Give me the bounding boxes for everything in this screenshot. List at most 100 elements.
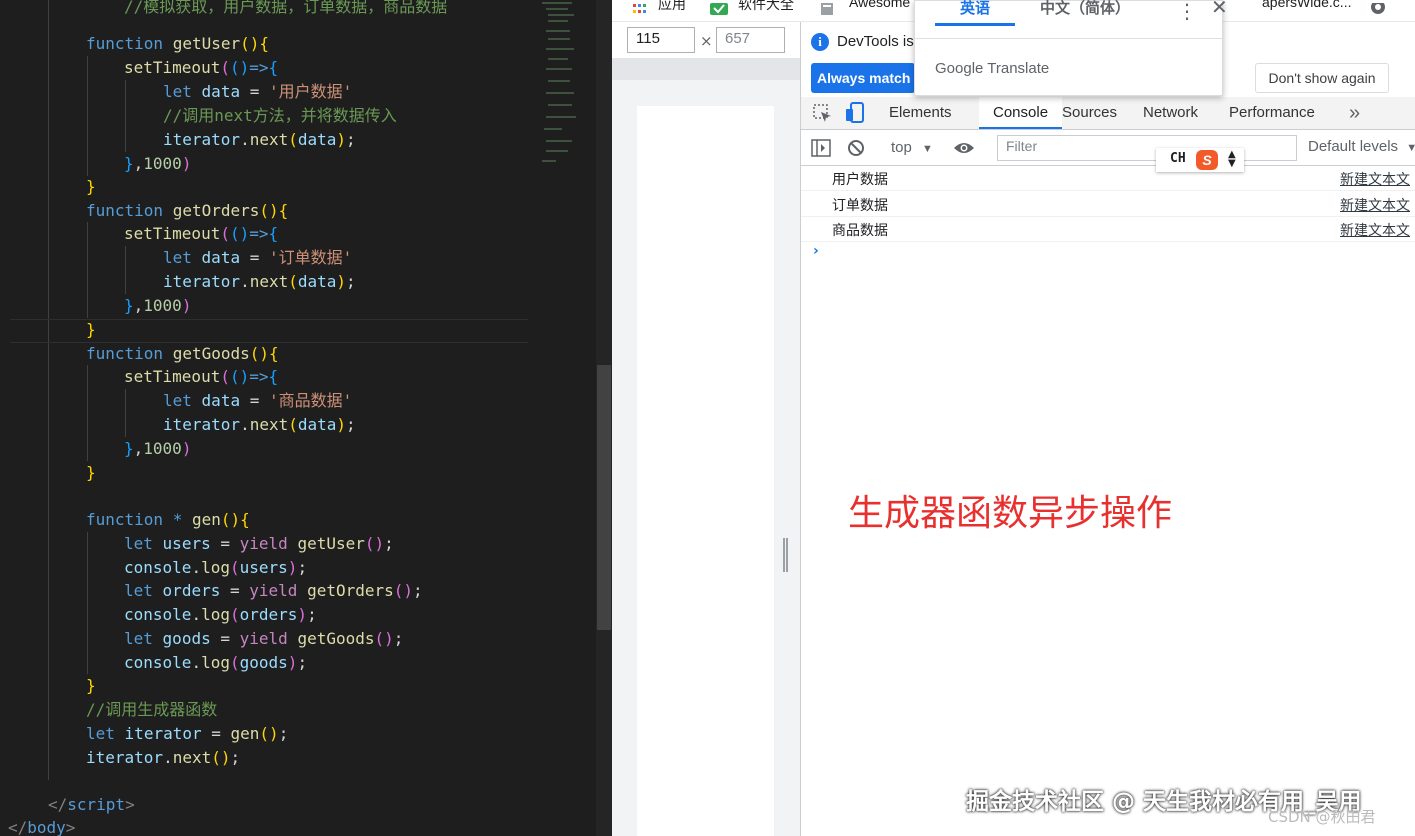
code-line[interactable]: } xyxy=(86,175,96,199)
log-source-link[interactable]: 新建文本文 xyxy=(1340,220,1410,240)
code-token: ; xyxy=(384,534,394,553)
code-editor[interactable]: //模拟获取，用户数据，订单数据，商品数据 function getUser(){… xyxy=(0,0,612,836)
inspect-element-icon[interactable] xyxy=(813,104,833,128)
code-line[interactable]: } xyxy=(86,461,96,485)
code-line[interactable]: let users = yield getUser(); xyxy=(124,532,394,556)
code-token: ) xyxy=(297,605,308,624)
always-match-button[interactable]: Always match xyxy=(811,63,915,93)
code-token: ( xyxy=(288,272,298,291)
code-line[interactable]: //调用生成器函数 xyxy=(86,698,217,722)
bookmark-software[interactable]: 软件大全 xyxy=(738,0,794,14)
code-token: } xyxy=(124,154,134,173)
code-line[interactable]: function getUser(){ xyxy=(86,32,269,56)
code-token: users xyxy=(239,558,288,577)
code-line[interactable]: let goods = yield getGoods(); xyxy=(124,627,403,651)
code-line[interactable]: setTimeout(()=>{ xyxy=(124,365,278,389)
device-width-input[interactable]: 115 xyxy=(627,27,695,53)
code-line[interactable]: } xyxy=(86,674,96,698)
tab-console[interactable]: Console xyxy=(979,97,1063,129)
log-source-link[interactable]: 新建文本文 xyxy=(1340,169,1410,189)
code-line[interactable]: //模拟获取，用户数据，订单数据，商品数据 xyxy=(124,0,447,19)
page-viewport[interactable] xyxy=(612,58,800,836)
code-token: { xyxy=(278,201,289,220)
sidebar-toggle-icon[interactable] xyxy=(811,139,831,161)
code-line[interactable]: function * gen(){ xyxy=(86,508,250,532)
code-line[interactable]: //调用next方法，并将数据传入 xyxy=(163,104,397,128)
code-line[interactable]: console.log(orders); xyxy=(124,603,317,627)
code-line[interactable]: let data = '用户数据' xyxy=(163,80,352,104)
bookmark-apps[interactable]: 应用 xyxy=(658,0,686,14)
ime-arrows-icon: ▲ ▼ xyxy=(1228,149,1236,169)
code-line[interactable]: let orders = yield getOrders(); xyxy=(124,579,423,603)
console-prompt[interactable]: › xyxy=(813,243,819,259)
code-token: //模拟获取，用户数据，订单数据，商品数据 xyxy=(124,0,448,16)
csdn-watermark: CSDN @秋田君 xyxy=(1268,808,1376,826)
eye-icon[interactable] xyxy=(953,140,975,160)
code-line[interactable]: let iterator = gen(); xyxy=(86,722,288,746)
translate-tab-chinese[interactable]: 中文（简体） xyxy=(1040,0,1130,18)
tab-elements[interactable]: Elements xyxy=(889,97,952,129)
code-token: //调用生成器函数 xyxy=(86,700,218,719)
annotation-title: 生成器函数异步操作 xyxy=(848,493,1173,534)
device-height-input[interactable]: 657 xyxy=(716,27,785,53)
code-line[interactable]: let data = '订单数据' xyxy=(163,246,352,270)
code-line[interactable]: </body> xyxy=(8,816,75,836)
code-token: body xyxy=(27,818,66,836)
code-token: iterator xyxy=(163,272,241,291)
code-line[interactable]: },1000) xyxy=(124,152,191,176)
code-token: getUser xyxy=(297,534,365,553)
tab-performance[interactable]: Performance xyxy=(1229,97,1315,129)
indent-guide xyxy=(125,246,126,294)
code-token: getGoods xyxy=(297,629,375,648)
code-line[interactable]: </script> xyxy=(48,793,135,817)
tab-sources[interactable]: Sources xyxy=(1062,97,1117,129)
filter-input[interactable]: Filter xyxy=(997,135,1297,161)
bookmark-papers[interactable]: apersWide.c... xyxy=(1262,0,1351,10)
code-token: ; xyxy=(297,558,308,577)
code-line[interactable]: function getOrders(){ xyxy=(86,199,288,223)
code-token: ; xyxy=(346,415,356,434)
code-line[interactable]: iterator.next(); xyxy=(86,746,240,770)
code-token: { xyxy=(268,224,279,243)
dont-show-again-button[interactable]: Don't show again xyxy=(1255,63,1389,93)
code-line[interactable]: let data = '商品数据' xyxy=(163,389,352,413)
code-token: ; xyxy=(278,724,289,743)
resize-handle[interactable] xyxy=(783,538,788,572)
code-token: data xyxy=(201,82,241,101)
minimap[interactable] xyxy=(530,0,596,836)
code-line[interactable]: } xyxy=(86,318,96,342)
code-area[interactable]: //模拟获取，用户数据，订单数据，商品数据 function getUser(){… xyxy=(0,0,530,836)
ime-indicator[interactable]: CH S ▲ ▼ xyxy=(1156,148,1244,172)
code-token: getUser xyxy=(172,34,241,53)
clear-console-icon[interactable] xyxy=(847,139,865,161)
close-icon[interactable]: ✕ xyxy=(1211,0,1228,19)
code-token: users xyxy=(162,534,211,553)
context-selector[interactable]: top ▼ xyxy=(891,139,933,156)
more-options-icon[interactable]: ⋮ xyxy=(1177,0,1197,23)
context-label: top xyxy=(891,139,912,156)
scrollbar-thumb[interactable] xyxy=(597,365,611,630)
code-line[interactable]: },1000) xyxy=(124,437,191,461)
console-log-row: 用户数据 新建文本文 xyxy=(801,166,1415,191)
code-line[interactable]: iterator.next(data); xyxy=(163,128,356,152)
tab-network[interactable]: Network xyxy=(1143,97,1198,129)
more-tabs-icon[interactable]: » xyxy=(1349,97,1360,129)
code-line[interactable]: console.log(goods); xyxy=(124,651,307,675)
code-line[interactable]: console.log(users); xyxy=(124,556,307,580)
code-line[interactable]: function getGoods(){ xyxy=(86,342,279,366)
log-source-link[interactable]: 新建文本文 xyxy=(1340,195,1410,215)
device-toggle-icon[interactable] xyxy=(845,102,865,128)
translate-tab-english[interactable]: 英语 xyxy=(960,0,990,18)
log-levels-dropdown[interactable]: Default levels ▼ xyxy=(1308,138,1415,155)
code-line[interactable]: setTimeout(()=>{ xyxy=(124,222,278,246)
code-line[interactable]: setTimeout(()=>{ xyxy=(124,56,278,80)
code-line[interactable]: },1000) xyxy=(124,294,191,318)
code-line[interactable]: iterator.next(data); xyxy=(163,270,356,294)
code-line[interactable]: iterator.next(data); xyxy=(163,413,356,437)
bookmark-awesome[interactable]: Awesome xyxy=(849,0,910,10)
